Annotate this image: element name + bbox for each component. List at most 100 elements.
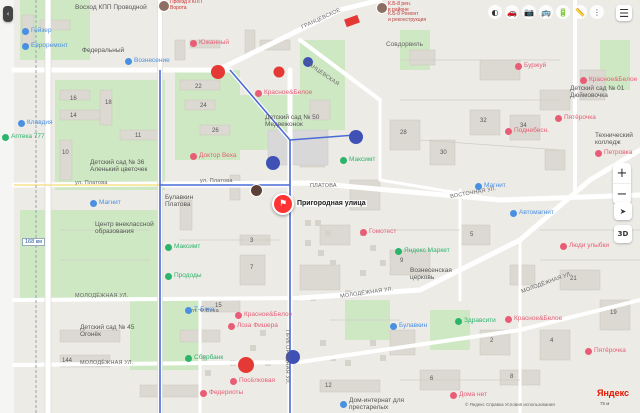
poi[interactable]: Яндекс Маркет	[395, 248, 450, 255]
poi-dot	[475, 183, 482, 190]
event-marker[interactable]	[158, 0, 170, 12]
poi[interactable]: Центр внеклассной образования	[95, 221, 155, 235]
zoom-in-button[interactable]: +	[613, 163, 631, 184]
more-icon[interactable]: ⋮	[590, 5, 604, 19]
poi[interactable]: Вознесенская церковь	[410, 267, 455, 281]
location-arrow-icon: ➤	[619, 206, 627, 216]
poi-label: Детский сад № 01 Дюймовочка	[570, 85, 625, 99]
poi[interactable]: Клавдия	[18, 120, 53, 127]
poi-label: Поднебесн.	[514, 127, 549, 135]
poi-label: Красное&Белое	[264, 89, 313, 97]
poi-label: Т-Беке	[194, 306, 215, 314]
poi[interactable]: Петровка	[595, 150, 632, 157]
poi[interactable]: Булавкин	[390, 323, 427, 330]
map-view[interactable]: ‹ ◐ 🚗 📷 🚌 🔋 📏 ⋮ ☰ + − ➤ 3D Проезд к КПП В…	[0, 0, 640, 413]
poi[interactable]: Посёлковая	[230, 378, 275, 385]
event-marker[interactable]	[376, 2, 388, 14]
copyright-text[interactable]: © Яндекс Справка Условия использования	[465, 402, 555, 407]
poi[interactable]: Гомотест	[360, 229, 396, 236]
poi-dot	[455, 318, 462, 325]
poi-dot	[185, 307, 192, 314]
poi[interactable]: Аптека 777	[2, 134, 45, 141]
house-number: 24	[200, 103, 207, 109]
poi[interactable]: Лоза Фишера	[228, 323, 278, 330]
charging-icon[interactable]: 🔋	[556, 5, 570, 19]
zoom-control: + −	[613, 163, 631, 204]
poi[interactable]: Красное&Белое	[255, 90, 312, 97]
poi[interactable]: Гейзер	[22, 28, 51, 35]
poi[interactable]: Прододы	[165, 273, 202, 280]
poi[interactable]: Совдорвиль	[386, 41, 423, 49]
poi-dot	[230, 378, 237, 385]
menu-button[interactable]: ☰	[616, 5, 632, 21]
poi[interactable]: Булавкин Платова	[165, 194, 215, 208]
poi[interactable]: Детский сад № 01 Дюймовочка	[570, 85, 630, 99]
poi[interactable]: Федериоты	[200, 390, 243, 397]
transit-icon[interactable]: 🚌	[539, 5, 553, 19]
scale-label: 75 м	[600, 401, 610, 406]
poi[interactable]: Дом-интернат для престарелых	[340, 397, 410, 411]
poi-label: Пятёрочка	[594, 347, 626, 355]
house-number: 10	[62, 150, 69, 156]
road-warning[interactable]: Проезд к КПП Ворота	[170, 0, 202, 11]
selected-place-label[interactable]: Пригородная улица	[296, 200, 367, 207]
poi[interactable]: Красное&Белое	[580, 77, 637, 84]
poi-dot	[560, 243, 567, 250]
poi[interactable]: Максимт	[165, 244, 200, 251]
selected-place-marker[interactable]: ⚑	[272, 193, 294, 215]
poi[interactable]: Детский сад № 36 Аленький цветочек	[90, 159, 150, 173]
poi[interactable]: Восход КПП Проводной	[75, 4, 155, 12]
poi[interactable]: Пятёрочка	[555, 115, 596, 122]
menu-icon: ☰	[619, 6, 629, 20]
collapse-panel-button[interactable]: ‹	[3, 6, 13, 22]
poi[interactable]: Доктор Веха	[190, 153, 237, 160]
poi[interactable]: Технический колледж	[595, 132, 635, 146]
poi-dot	[505, 128, 512, 135]
poi-label: Пятёрочка	[564, 114, 596, 122]
poi[interactable]: Т-Беке	[185, 307, 215, 314]
traffic-icon[interactable]: 🚗	[505, 5, 519, 19]
poi[interactable]: Здравсити	[455, 318, 496, 325]
event-marker[interactable]	[250, 184, 263, 197]
house-number: 2	[490, 338, 494, 344]
poi[interactable]: Буржуй	[515, 63, 546, 70]
panorama-icon[interactable]: 📷	[522, 5, 536, 19]
house-number: 18	[105, 100, 112, 106]
poi-label: Люди улыбки	[569, 242, 609, 250]
poi[interactable]: Федеральный	[82, 47, 124, 55]
road-warning[interactable]: К.Б-8 Ремонт и реконструкция	[388, 11, 427, 23]
poi-label: Аптека 777	[11, 133, 45, 141]
ruler-icon[interactable]: 📏	[573, 5, 587, 19]
poi[interactable]: Евроремонт	[22, 43, 68, 50]
poi[interactable]: Автомагнит	[510, 210, 554, 217]
poi-label: Восход КПП Проводной	[75, 4, 147, 11]
poi[interactable]: Люди улыбки	[560, 243, 609, 250]
poi[interactable]: Магнит	[475, 183, 506, 190]
poi-dot	[165, 244, 172, 251]
poi-label: Петровка	[604, 149, 633, 157]
poi[interactable]: Детский сад № 50 Медвежонок	[265, 114, 320, 128]
poi[interactable]: Детский сад № 45 Огонёк	[80, 324, 140, 338]
poi[interactable]: Южанный	[190, 40, 229, 47]
poi[interactable]: Пятёрочка	[585, 348, 626, 355]
poi[interactable]: Вознесение	[125, 58, 170, 65]
poi[interactable]: Красное&Белое	[505, 316, 562, 323]
poi[interactable]: Сбербанк	[185, 355, 223, 362]
poi[interactable]: Поднебесн.	[505, 128, 549, 135]
locate-button[interactable]: ➤	[614, 202, 632, 220]
poi[interactable]: Максимт	[340, 157, 375, 164]
poi[interactable]: Красное&Белое	[235, 312, 292, 319]
street-label: ПЛАТОВА	[310, 183, 337, 189]
poi[interactable]: Магнит	[90, 200, 121, 207]
zoom-out-button[interactable]: −	[613, 184, 631, 204]
layers-icon[interactable]: ◐	[488, 5, 502, 19]
poi-label: Дом-интернат для престарелых	[349, 397, 405, 411]
poi-dot	[190, 40, 197, 47]
poi-dot	[22, 43, 29, 50]
3d-button[interactable]: 3D	[614, 225, 632, 243]
poi-label: Детский сад № 36 Аленький цветочек	[90, 159, 148, 173]
warning-line: и реконструкция	[388, 16, 427, 23]
yandex-logo[interactable]: Яндекс	[597, 388, 629, 398]
poi[interactable]: Дома нет	[450, 392, 487, 399]
poi-dot	[505, 316, 512, 323]
